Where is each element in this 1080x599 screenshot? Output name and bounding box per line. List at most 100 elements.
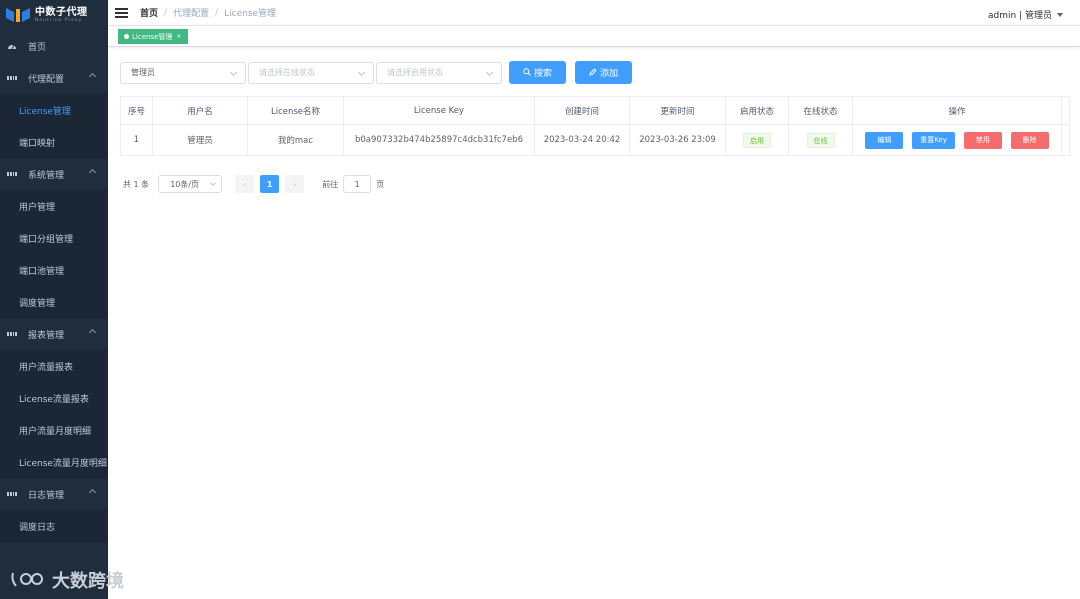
breadcrumb-item: 代理配置 xyxy=(173,9,210,19)
user-dropdown[interactable]: admin | 管理员 xyxy=(988,8,1063,21)
column-header: 序号 xyxy=(120,96,153,125)
page-number-current[interactable]: 1 xyxy=(260,175,280,193)
filter-bar: 管理员 请选择在线状态 请选择启用状态 搜索 添加 xyxy=(120,61,632,84)
cell-created: 2023-03-24 20:42 xyxy=(534,124,630,156)
watermark-logo-icon xyxy=(10,570,50,590)
sidebar-item-label: 调度管理 xyxy=(19,298,56,309)
edit-button[interactable]: 编辑 xyxy=(865,131,904,149)
pagination-total: 共 1 条 xyxy=(123,179,150,189)
column-header: 操作 xyxy=(852,96,1062,125)
goto-page-input[interactable] xyxy=(343,175,372,193)
breadcrumb-item: License管理 xyxy=(224,9,277,19)
sidebar-item-label: 端口池管理 xyxy=(19,266,65,277)
sidebar-item-port-groups[interactable]: 端口分组管理 xyxy=(0,222,108,254)
sidebar-item-label: 首页 xyxy=(28,42,47,53)
sidebar-item-label: 端口映射 xyxy=(19,138,56,149)
sidebar-item-license-traffic[interactable]: License流量报表 xyxy=(0,382,108,414)
search-button-label: 搜索 xyxy=(533,69,552,79)
brand-logo[interactable]: 中数子代理 Neutrino Proxy xyxy=(0,0,108,30)
sidebar-item-users[interactable]: 用户管理 xyxy=(0,190,108,222)
user-select[interactable]: 管理员 xyxy=(120,61,246,84)
sidebar-item-scheduler[interactable]: 调度管理 xyxy=(0,286,108,318)
sidebar-item-license-monthly[interactable]: License流量月度明细 xyxy=(0,446,108,478)
chevron-up-icon xyxy=(88,72,97,81)
enabled-badge: 启用 xyxy=(743,132,771,148)
tag-license[interactable]: License管理 × xyxy=(118,29,189,44)
add-button[interactable]: 添加 xyxy=(575,61,632,84)
column-header: 启用状态 xyxy=(725,96,789,125)
prev-page-button[interactable]: ‹ xyxy=(235,175,255,193)
column-header: 在线状态 xyxy=(788,96,853,125)
sidebar-group-proxy-config[interactable]: 代理配置 xyxy=(0,62,108,94)
online-status-select[interactable]: 请选择在线状态 xyxy=(248,61,374,84)
cell-license-key: b0a907332b474b25897c4dcb31fc7eb6 xyxy=(343,124,535,156)
tags-view: License管理 × xyxy=(108,25,1080,47)
sidebar-item-label: License流量月度明细 xyxy=(19,458,107,469)
chevron-up-icon xyxy=(88,488,97,497)
brand-logo-icon xyxy=(6,6,30,24)
dashboard-icon xyxy=(7,41,17,51)
grid-icon xyxy=(7,73,17,83)
cell-user: 管理员 xyxy=(152,124,248,156)
user-select-value: 管理员 xyxy=(131,68,155,77)
online-status-placeholder: 请选择在线状态 xyxy=(259,68,315,77)
user-name: admin | 管理员 xyxy=(988,11,1052,21)
cell-license-name: 我的mac xyxy=(247,124,344,156)
table-header-row: 序号 用户名 License名称 License Key 创建时间 更新时间 启… xyxy=(120,96,1070,125)
sidebar-item-user-monthly[interactable]: 用户流量月度明细 xyxy=(0,414,108,446)
column-header: License名称 xyxy=(247,96,344,125)
license-table: 序号 用户名 License名称 License Key 创建时间 更新时间 启… xyxy=(120,96,1070,156)
sidebar-item-label: 用户管理 xyxy=(19,202,56,213)
grid-icon xyxy=(7,169,17,179)
chevron-down-icon xyxy=(485,68,494,76)
sidebar-item-label: 用户流量报表 xyxy=(19,362,74,373)
add-button-label: 添加 xyxy=(599,69,618,79)
sidebar-item-label: 系统管理 xyxy=(28,170,65,181)
sidebar-item-home[interactable]: 首页 xyxy=(0,30,108,62)
breadcrumb-home[interactable]: 首页 xyxy=(140,6,158,19)
cell-updated: 2023-03-26 23:09 xyxy=(629,124,726,156)
sidebar-item-port-pool[interactable]: 端口池管理 xyxy=(0,254,108,286)
edit-icon xyxy=(589,67,597,78)
column-header: 更新时间 xyxy=(629,96,726,125)
close-icon[interactable]: × xyxy=(176,33,181,40)
sidebar-group-system[interactable]: 系统管理 xyxy=(0,158,108,190)
column-header: License Key xyxy=(343,96,535,125)
sidebar-item-label: 端口分组管理 xyxy=(19,234,74,245)
chevron-down-icon xyxy=(229,68,238,76)
sidebar-item-license[interactable]: License管理 xyxy=(0,94,108,126)
online-badge: 在线 xyxy=(806,132,835,148)
grid-icon xyxy=(7,489,17,499)
page-size-select[interactable]: 10条/页 xyxy=(158,175,223,193)
page-size-value: 10条/页 xyxy=(170,179,200,189)
breadcrumb-separator: / xyxy=(215,7,219,18)
sidebar-item-label: 报表管理 xyxy=(28,330,65,341)
table-row: 1 管理员 我的mac b0a907332b474b25897c4dcb31fc… xyxy=(120,124,1070,156)
goto-label: 前往 xyxy=(322,179,339,189)
reset-key-button[interactable]: 重置Key xyxy=(912,131,956,149)
hamburger-icon[interactable] xyxy=(115,7,128,18)
breadcrumb-separator: / xyxy=(164,7,168,18)
tag-label: License管理 xyxy=(132,32,173,41)
chevron-down-icon xyxy=(210,180,217,186)
search-button[interactable]: 搜索 xyxy=(509,61,566,84)
brand-subtitle: Neutrino Proxy xyxy=(35,17,83,23)
next-page-button[interactable]: › xyxy=(285,175,305,193)
disable-button[interactable]: 禁用 xyxy=(963,131,1002,149)
sidebar-item-port-mapping[interactable]: 端口映射 xyxy=(0,126,108,158)
sidebar-item-schedule-log[interactable]: 调度日志 xyxy=(0,510,108,542)
enable-status-placeholder: 请选择启用状态 xyxy=(387,68,443,77)
chevron-up-icon xyxy=(88,328,97,337)
sidebar: 中数子代理 Neutrino Proxy 首页 代理配置 License管理 端… xyxy=(0,0,108,599)
sidebar-item-label: License管理 xyxy=(19,106,71,117)
delete-button[interactable]: 删除 xyxy=(1010,131,1049,149)
cell-index: 1 xyxy=(120,124,153,156)
sidebar-item-label: 用户流量月度明细 xyxy=(19,426,92,437)
search-icon xyxy=(523,67,531,78)
brand-title: 中数子代理 xyxy=(35,6,88,18)
sidebar-group-reports[interactable]: 报表管理 xyxy=(0,318,108,350)
sidebar-group-logs[interactable]: 日志管理 xyxy=(0,478,108,510)
enable-status-select[interactable]: 请选择启用状态 xyxy=(376,61,502,84)
sidebar-item-user-traffic[interactable]: 用户流量报表 xyxy=(0,350,108,382)
page-suffix: 页 xyxy=(376,179,385,189)
